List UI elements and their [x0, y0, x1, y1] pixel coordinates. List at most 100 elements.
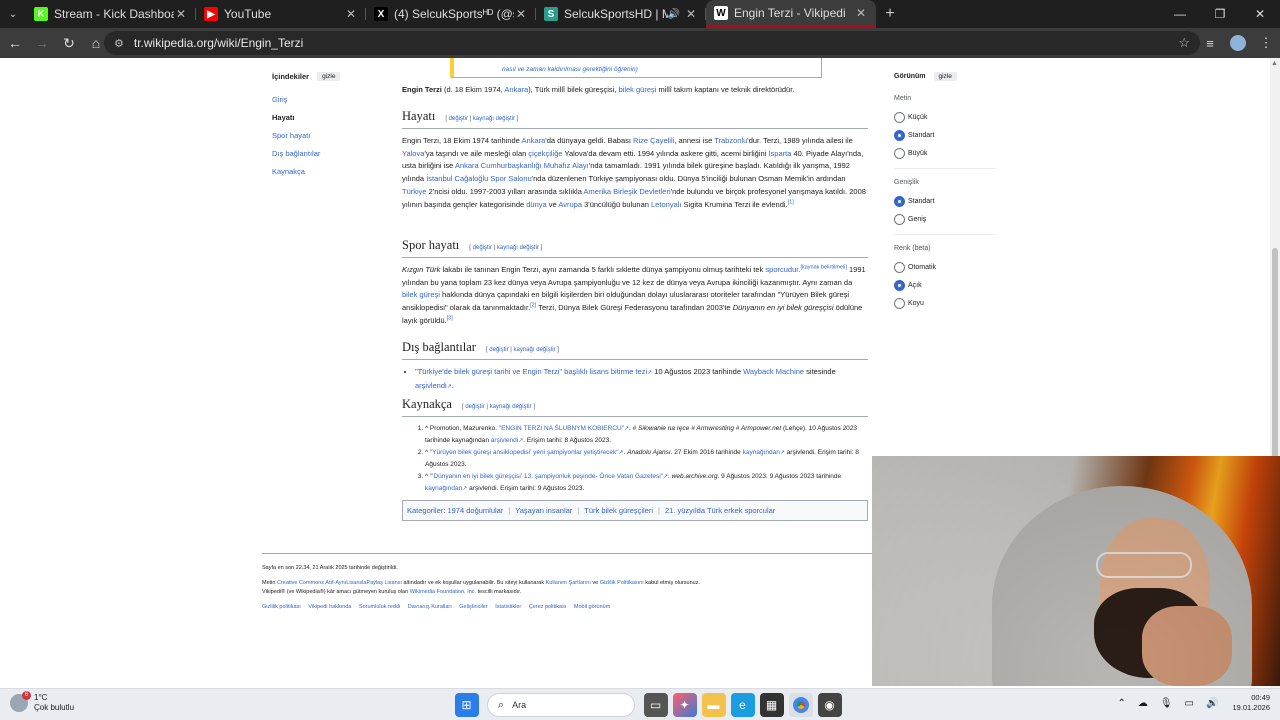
- footer-link[interactable]: Geliştiriciler: [459, 604, 487, 610]
- edit-source-link[interactable]: kaynağı değiştir: [497, 245, 539, 251]
- copilot-icon[interactable]: ✦: [672, 693, 697, 717]
- chevron-up-icon[interactable]: ⌃: [1117, 698, 1125, 709]
- footer-link[interactable]: Davranış Kuralları: [408, 604, 452, 610]
- radio-option[interactable]: Büyük: [894, 144, 996, 162]
- footer-link[interactable]: Vikipedi hakkında: [308, 604, 351, 610]
- citation-link[interactable]: [1]: [788, 199, 794, 206]
- minimize-button[interactable]: —: [1160, 0, 1200, 28]
- browser-tab[interactable]: W Engin Terzi - Vikipedi ✕: [706, 0, 876, 28]
- close-tab-icon[interactable]: ✕: [514, 7, 528, 21]
- wiki-link[interactable]: Wikimedia Foundation, Inc.: [410, 589, 476, 595]
- address-bar[interactable]: ⚙ tr.wikipedia.org/wiki/Engin_Terzi ☆: [104, 31, 1200, 55]
- browser-tab[interactable]: S SelcukSportsHD | Maç Yayın🔊 ✕: [536, 0, 706, 28]
- category-link[interactable]: 1974 doğumlular: [447, 506, 503, 515]
- edge-icon[interactable]: e: [730, 693, 755, 717]
- clock[interactable]: 00:49 19.01.2026: [1232, 693, 1270, 713]
- taskbar-search[interactable]: ⌕ Ara: [487, 693, 635, 717]
- wiki-link[interactable]: Letonyalı: [651, 200, 681, 209]
- radio-option[interactable]: Standart: [894, 126, 996, 144]
- wiki-link[interactable]: İstanbul Cağaloğlu Spor Salonu: [426, 174, 532, 183]
- wiki-link[interactable]: Trabzonlu: [714, 136, 747, 145]
- footer-link[interactable]: Çerez politikası: [529, 604, 567, 610]
- toc-hide-button[interactable]: gizle: [317, 72, 341, 81]
- close-tab-icon[interactable]: ✕: [174, 7, 188, 21]
- citation-link[interactable]: [kaynak belirtilmeli]: [800, 264, 846, 271]
- ankara-link[interactable]: Ankara: [504, 85, 528, 94]
- wiki-link[interactable]: Ankara Cumhurbaşkanlığı Muhafız Alayı: [455, 161, 589, 170]
- task-view-icon[interactable]: ▭: [643, 693, 668, 717]
- wiki-link[interactable]: Rize Çayelili: [633, 136, 674, 145]
- wiki-link[interactable]: Türkiye: [402, 187, 427, 196]
- toc-item-kaynakca[interactable]: Kaynakça: [272, 167, 382, 176]
- categories-label[interactable]: Kategoriler: [407, 506, 443, 515]
- browser-tab[interactable]: K Stream - Kick Dashboard✕: [26, 0, 196, 28]
- edit-link[interactable]: değiştir: [473, 245, 492, 251]
- wiki-link[interactable]: Ankara: [522, 136, 546, 145]
- wiki-link[interactable]: Creative Commons Atıf-AynıLisanslaPaylaş…: [277, 580, 402, 586]
- obs-icon[interactable]: ◉: [817, 693, 842, 717]
- bilek-guresi-link[interactable]: bilek güreşi: [618, 85, 656, 94]
- radio-option[interactable]: Küçük: [894, 108, 996, 126]
- browser-tab[interactable]: X (4) SelcukSportsᴴᴰ (@sports1hd✕: [366, 0, 536, 28]
- close-tab-icon[interactable]: ✕: [854, 6, 868, 20]
- footer-link[interactable]: Sorumluluk reddi: [359, 604, 400, 610]
- toc-item-spor-hayati[interactable]: Spor hayatı: [272, 131, 382, 140]
- wiki-link[interactable]: Kullanım Şartlarını: [546, 580, 591, 586]
- wiki-link[interactable]: arşivlendi: [491, 437, 518, 444]
- edit-link[interactable]: değiştir: [449, 116, 468, 122]
- radio-option[interactable]: Otomatik: [894, 258, 996, 276]
- back-button[interactable]: ←: [3, 31, 27, 55]
- radio-option[interactable]: Standart: [894, 192, 996, 210]
- wiki-link[interactable]: "'Dünyanın en iyi bilek güreşçisi' 13. ş…: [430, 473, 663, 480]
- audio-playing-icon[interactable]: 🔊: [668, 9, 680, 20]
- media-controls-icon[interactable]: ≡: [1196, 36, 1224, 51]
- wiki-link[interactable]: Avrupa: [558, 200, 582, 209]
- wiki-link[interactable]: "ENGIN TERZI NA ŚLUBNYM KOBIERCU": [499, 425, 624, 432]
- tab-search-button[interactable]: ⌄: [0, 0, 26, 28]
- browser-tab[interactable]: ▶ YouTube ✕: [196, 0, 366, 28]
- onedrive-icon[interactable]: ☁: [1138, 698, 1148, 709]
- wiki-link[interactable]: bilek güreşi: [402, 290, 440, 299]
- toc-item-hayati[interactable]: Hayatı: [272, 113, 382, 122]
- edit-source-link[interactable]: kaynağı değiştir: [473, 116, 515, 122]
- wiki-link[interactable]: çiçekçiliğe: [528, 149, 562, 158]
- wiki-link[interactable]: "Türkiye'de bilek güreşi tarihi ve Engin…: [415, 367, 647, 376]
- close-tab-icon[interactable]: ✕: [344, 7, 358, 21]
- profile-avatar[interactable]: [1230, 35, 1246, 51]
- notice-link[interactable]: nasıl ve zaman kaldırılması gerektiğini …: [502, 66, 638, 73]
- radio-option[interactable]: Geniş: [894, 210, 996, 228]
- edit-link[interactable]: değiştir: [489, 347, 508, 353]
- wiki-link[interactable]: arşivlendi: [415, 381, 447, 390]
- toc-item-giris[interactable]: Giriş: [272, 95, 382, 104]
- wiki-link[interactable]: "Yürüyen bilek güreşi ansiklopedisi' yen…: [430, 449, 619, 456]
- radio-option[interactable]: Koyu: [894, 294, 996, 312]
- store-icon[interactable]: ▦: [759, 693, 784, 717]
- file-explorer-icon[interactable]: ▬: [701, 693, 726, 717]
- chrome-icon[interactable]: [788, 693, 813, 717]
- wiki-link[interactable]: Gizlilik Politikasını: [600, 580, 644, 586]
- wiki-link[interactable]: Yalova: [402, 149, 424, 158]
- wiki-link[interactable]: sporcudur: [765, 265, 798, 274]
- edit-source-link[interactable]: kaynağı değiştir: [514, 347, 556, 353]
- wiki-link[interactable]: dünya: [526, 200, 546, 209]
- scroll-up-icon[interactable]: ▲: [1271, 60, 1278, 67]
- citation-link[interactable]: [3]: [447, 315, 453, 322]
- start-windows-icon[interactable]: ⊞: [454, 693, 479, 717]
- network-icon[interactable]: ▭: [1185, 698, 1194, 709]
- wiki-link[interactable]: kaynağından: [425, 485, 462, 492]
- category-link[interactable]: Türk bilek güreşçileri: [584, 506, 653, 515]
- footer-link[interactable]: Mobil görünüm: [574, 604, 610, 610]
- toc-item-dis-baglantilar[interactable]: Dış bağlantılar: [272, 149, 382, 158]
- close-tab-icon[interactable]: ✕: [684, 7, 698, 21]
- wiki-link[interactable]: kaynağından: [743, 449, 780, 456]
- edit-link[interactable]: değiştir: [465, 404, 484, 410]
- reload-button[interactable]: ↻: [57, 31, 81, 55]
- volume-icon[interactable]: 🔊: [1206, 698, 1218, 709]
- wiki-link[interactable]: Wayback Machine: [743, 367, 804, 376]
- forward-button[interactable]: →: [30, 31, 54, 55]
- new-tab-button[interactable]: +: [876, 5, 904, 23]
- wiki-link[interactable]: Isparta: [768, 149, 791, 158]
- category-link[interactable]: Yaşayan insanlar: [515, 506, 572, 515]
- site-info-icon[interactable]: ⚙: [114, 37, 124, 50]
- close-window-button[interactable]: ✕: [1240, 0, 1280, 28]
